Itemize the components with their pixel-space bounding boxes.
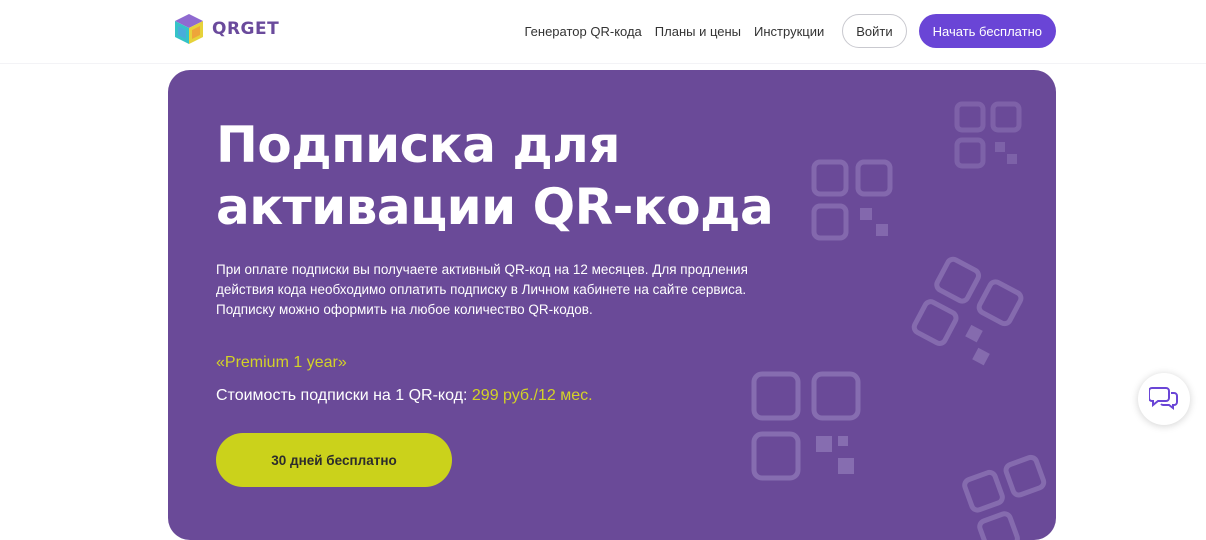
price-line: Стоимость подписки на 1 QR-код: 299 руб.… bbox=[216, 387, 593, 405]
free-trial-button[interactable]: 30 дней бесплатно bbox=[216, 433, 452, 487]
plan-name: «Premium 1 year» bbox=[216, 354, 347, 371]
qr-code-icon bbox=[911, 256, 1024, 366]
qr-code-icon bbox=[954, 101, 1022, 169]
logo[interactable]: QRGET bbox=[172, 12, 279, 46]
nav-link-instructions[interactable]: Инструкции bbox=[754, 24, 824, 39]
chat-button[interactable] bbox=[1138, 373, 1190, 425]
price-value: 299 руб./12 мес. bbox=[471, 387, 593, 404]
nav-link-plans[interactable]: Планы и цены bbox=[655, 24, 741, 39]
main-nav: Генератор QR-кода Планы и цены Инструкци… bbox=[525, 14, 1056, 48]
page-title: Подписка для активации QR-кода bbox=[216, 116, 774, 236]
qr-code-icon bbox=[751, 371, 861, 481]
brand-name: QRGET bbox=[212, 19, 280, 39]
nav-link-qr-generator[interactable]: Генератор QR-кода bbox=[525, 24, 642, 39]
qr-code-icon bbox=[811, 159, 893, 241]
qrget-logo-icon bbox=[172, 12, 206, 46]
site-header: QRGET Генератор QR-кода Планы и цены Инс… bbox=[0, 0, 1206, 64]
hero-banner: Подписка для активации QR-кода При оплат… bbox=[168, 70, 1056, 540]
start-free-button[interactable]: Начать бесплатно bbox=[918, 14, 1056, 48]
price-label: Стоимость подписки на 1 QR-код: bbox=[216, 387, 468, 404]
chat-icon bbox=[1148, 384, 1179, 415]
qr-code-icon bbox=[962, 454, 1047, 540]
login-button[interactable]: Войти bbox=[842, 14, 907, 48]
hero-description: При оплате подписки вы получаете активны… bbox=[216, 262, 748, 317]
